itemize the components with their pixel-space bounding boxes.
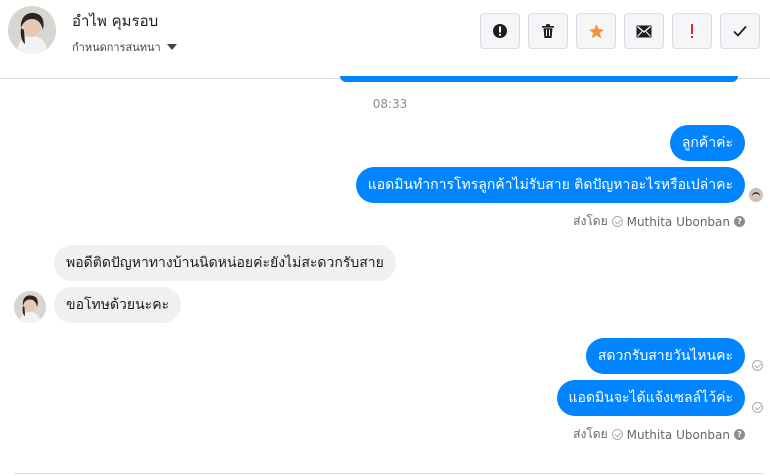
contact-name[interactable]: อำไพ คุมรอบ [72, 9, 158, 33]
sent-by-prefix: ส่งโดย [573, 427, 608, 441]
help-icon[interactable]: ? [734, 429, 745, 440]
message-text: แอดมินทำการโทรลูกค้าไม่รับสาย ติดปัญหาอะ… [367, 177, 733, 193]
outgoing-message[interactable]: แอดมินจะได้แจ้งเซลล์ไว้ค่ะ [556, 380, 745, 416]
envelope-icon [636, 25, 652, 37]
message-text: พอดีติดปัญหาทางบ้านนิดหน่อยค่ะยังไม่สะดว… [66, 255, 384, 271]
seen-avatar [749, 188, 763, 202]
assign-conversation-dropdown[interactable]: กำหนดการสนทนา [72, 38, 177, 56]
chevron-down-icon [166, 44, 177, 50]
sent-by-info: ส่งโดย Muthita Ubonban ? [573, 425, 745, 444]
outgoing-message[interactable]: สดวกรับสายวันไหนคะ [585, 338, 745, 374]
incoming-message[interactable]: ขอโทษด้วยนะคะ [54, 287, 182, 323]
sent-by-name[interactable]: Muthita Ubonban [627, 428, 730, 442]
assign-label: กำหนดการสนทนา [72, 41, 161, 54]
message-text: ขอโทษด้วยนะคะ [66, 297, 170, 313]
exclamation-icon [691, 24, 693, 38]
message-text: แอดมินจะได้แจ้งเซลล์ไว้ค่ะ [568, 390, 733, 406]
contact-avatar-small[interactable] [14, 291, 46, 323]
previous-message-bubble [340, 76, 738, 82]
contact-avatar[interactable] [8, 6, 56, 54]
star-icon [588, 23, 604, 38]
sent-by-info: ส่งโดย Muthita Ubonban ? [573, 212, 745, 231]
composer-divider [14, 473, 764, 474]
message-timestamp: 08:33 [372, 97, 408, 111]
incoming-message[interactable]: พอดีติดปัญหาทางบ้านนิดหน่อยค่ะยังไม่สะดว… [54, 245, 396, 281]
outgoing-message[interactable]: ลูกค้าค่ะ [669, 125, 745, 161]
check-icon [733, 25, 747, 37]
important-button[interactable] [672, 13, 712, 49]
mark-unread-button[interactable] [624, 13, 664, 49]
help-icon[interactable]: ? [734, 216, 745, 227]
outgoing-message[interactable]: แอดมินทำการโทรลูกค้าไม่รับสาย ติดปัญหาอะ… [355, 167, 745, 203]
trash-icon [542, 24, 554, 38]
check-circle-icon [611, 429, 623, 440]
check-circle-icon [611, 216, 623, 227]
sent-by-name[interactable]: Muthita Ubonban [627, 215, 730, 229]
alert-circle-icon [493, 24, 507, 38]
done-button[interactable] [720, 13, 760, 49]
sent-by-prefix: ส่งโดย [573, 214, 608, 228]
conversation-header: อำไพ คุมรอบ กำหนดการสนทนา [0, 0, 770, 79]
message-text: สดวกรับสายวันไหนคะ [597, 348, 733, 364]
check-circle-icon [752, 360, 763, 371]
check-circle-icon [752, 402, 763, 413]
message-text: ลูกค้าค่ะ [681, 135, 733, 151]
delete-button[interactable] [528, 13, 568, 49]
toolbar [480, 13, 760, 49]
spam-button[interactable] [480, 13, 520, 49]
star-button[interactable] [576, 13, 616, 49]
message-thread[interactable]: 08:33 ลูกค้าค่ะ แอดมินทำการโทรลูกค้าไม่ร… [0, 76, 770, 476]
